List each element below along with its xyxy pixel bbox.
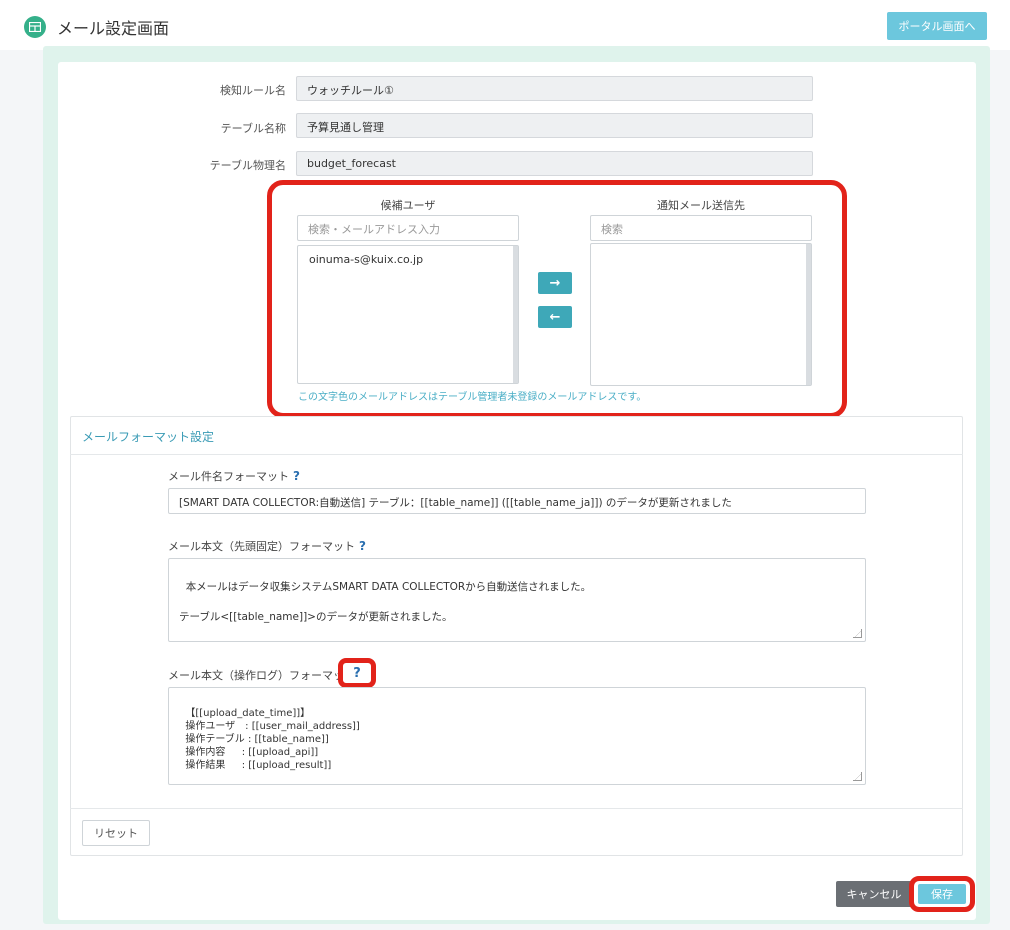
divider [70,808,963,809]
body-fixed-format-text: メール本文（先頭固定）フォーマット [168,540,355,553]
page-title: メール設定画面 [57,19,170,38]
body-log-format-value: 【[[upload_date_time]]】 操作ユーザ : [[user_ma… [185,708,360,771]
help-icon[interactable]: ? [338,658,376,688]
rule-name-label: 検知ルール名 [220,84,286,97]
reset-button[interactable]: リセット [82,820,150,846]
table-name-label: テーブル名称 [220,122,286,135]
table-icon [24,16,46,38]
resize-grip-icon[interactable] [853,772,862,781]
subject-format-label: メール件名フォーマット? [168,468,300,484]
cancel-button[interactable]: キャンセル [836,881,912,907]
body-fixed-format-label: メール本文（先頭固定）フォーマット? [168,538,366,554]
body-log-format-label: メール本文（操作ログ）フォーマット [168,669,355,682]
header-bar: メール設定画面 ポータル画面へ [0,0,1010,50]
divider [70,454,963,455]
body-fixed-format-value: 本メールはデータ収集システムSMART DATA COLLECTORから自動送信… [179,581,592,623]
highlight-box [267,180,847,418]
rule-name-field: ウォッチルール① [296,76,813,101]
mail-format-title: メールフォーマット設定 [82,430,215,444]
resize-grip-icon[interactable] [853,629,862,638]
subject-format-input[interactable]: [SMART DATA COLLECTOR:自動送信] テーブル：[[table… [168,488,866,514]
save-highlight: 保存 [909,876,975,912]
help-icon[interactable]: ? [359,539,366,553]
help-icon[interactable]: ? [293,469,300,483]
portal-button[interactable]: ポータル画面へ [887,12,987,40]
save-button[interactable]: 保存 [918,884,966,904]
body-fixed-format-textarea[interactable]: 本メールはデータ収集システムSMART DATA COLLECTORから自動送信… [168,558,866,642]
table-name-field: 予算見通し管理 [296,113,813,138]
body-log-format-textarea[interactable]: 【[[upload_date_time]]】 操作ユーザ : [[user_ma… [168,687,866,785]
table-physical-field: budget_forecast [296,151,813,176]
table-physical-label: テーブル物理名 [209,159,286,172]
subject-format-text: メール件名フォーマット [168,470,289,483]
